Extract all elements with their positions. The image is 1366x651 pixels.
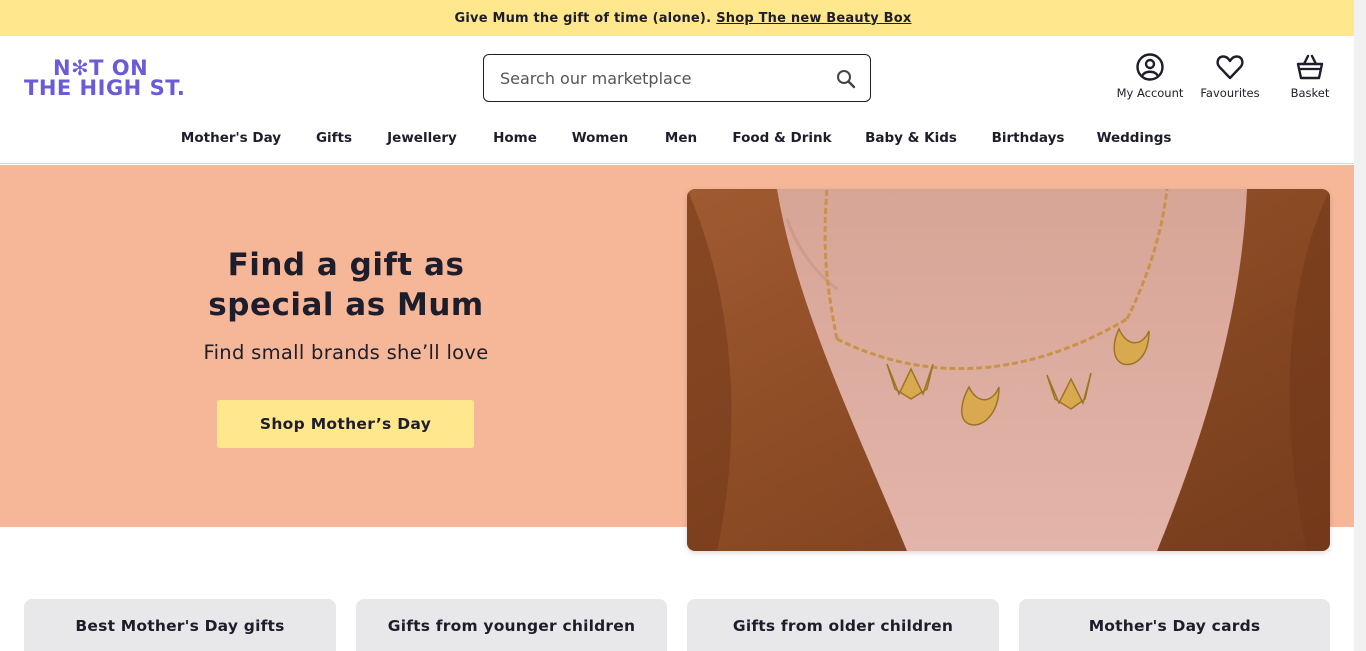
hero-title-line-2: special as Mum: [208, 287, 484, 323]
category-card-label: Gifts from older children: [732, 617, 954, 635]
search-icon[interactable]: [836, 69, 856, 89]
category-card-label: Best Mother's Day gifts: [75, 617, 285, 635]
category-card-younger-children[interactable]: Gifts from younger children: [356, 599, 667, 651]
favourites-label: Favourites: [1200, 86, 1260, 100]
category-card-cards[interactable]: Mother's Day cards: [1019, 599, 1330, 651]
category-card-label: Mother's Day cards: [1088, 617, 1261, 635]
nav-item-food-drink[interactable]: Food & Drink: [732, 130, 831, 146]
my-account-label: My Account: [1116, 86, 1184, 100]
hero-title: Find a gift as special as Mum: [120, 245, 572, 325]
site-logo[interactable]: N✻T ON THE HIGH ST.: [24, 56, 186, 101]
logo-line-2: THE HIGH ST.: [24, 76, 186, 100]
page-scrollbar[interactable]: [1354, 0, 1366, 651]
nav-item-baby-kids[interactable]: Baby & Kids: [865, 130, 957, 146]
category-card-label: Gifts from younger children: [387, 617, 636, 635]
nav-item-gifts[interactable]: Gifts: [316, 130, 352, 146]
necklace-photo: [687, 189, 1330, 551]
favourites-link[interactable]: Favourites: [1190, 52, 1270, 104]
nav-item-men[interactable]: Men: [665, 130, 697, 146]
basket-label: Basket: [1290, 86, 1330, 100]
promo-text: Give Mum the gift of time (alone).: [454, 10, 712, 26]
promo-link[interactable]: Shop The new Beauty Box: [716, 11, 911, 26]
main-nav: Mother's Day Gifts Jewellery Home Women …: [0, 130, 1366, 152]
hero-title-line-1: Find a gift as: [227, 247, 465, 283]
search-box: [483, 54, 871, 102]
category-card-best-gifts[interactable]: Best Mother's Day gifts: [24, 599, 336, 651]
nav-item-birthdays[interactable]: Birthdays: [992, 130, 1065, 146]
nav-item-women[interactable]: Women: [572, 130, 629, 146]
nav-item-weddings[interactable]: Weddings: [1097, 130, 1172, 146]
logo-line-1: N✻T ON: [53, 56, 149, 80]
heart-icon: [1216, 55, 1244, 80]
basket-icon: [1296, 54, 1324, 80]
nav-item-jewellery[interactable]: Jewellery: [387, 130, 457, 146]
my-account-link[interactable]: My Account: [1110, 52, 1190, 104]
nav-item-mothers-day[interactable]: Mother's Day: [181, 130, 281, 146]
search-input[interactable]: [500, 68, 820, 88]
promo-bar: Give Mum the gift of time (alone). Shop …: [0, 0, 1366, 36]
nav-item-home[interactable]: Home: [493, 130, 537, 146]
site-header: N✻T ON THE HIGH ST. My Account Favourite…: [0, 36, 1366, 164]
hero-necklace-image[interactable]: [687, 189, 1330, 551]
shop-mothers-day-button[interactable]: Shop Mother’s Day: [217, 400, 474, 448]
category-card-older-children[interactable]: Gifts from older children: [687, 599, 999, 651]
basket-link[interactable]: Basket: [1270, 52, 1350, 104]
hero-subtitle: Find small brands she’ll love: [203, 341, 489, 364]
account-icon: [1136, 53, 1164, 81]
